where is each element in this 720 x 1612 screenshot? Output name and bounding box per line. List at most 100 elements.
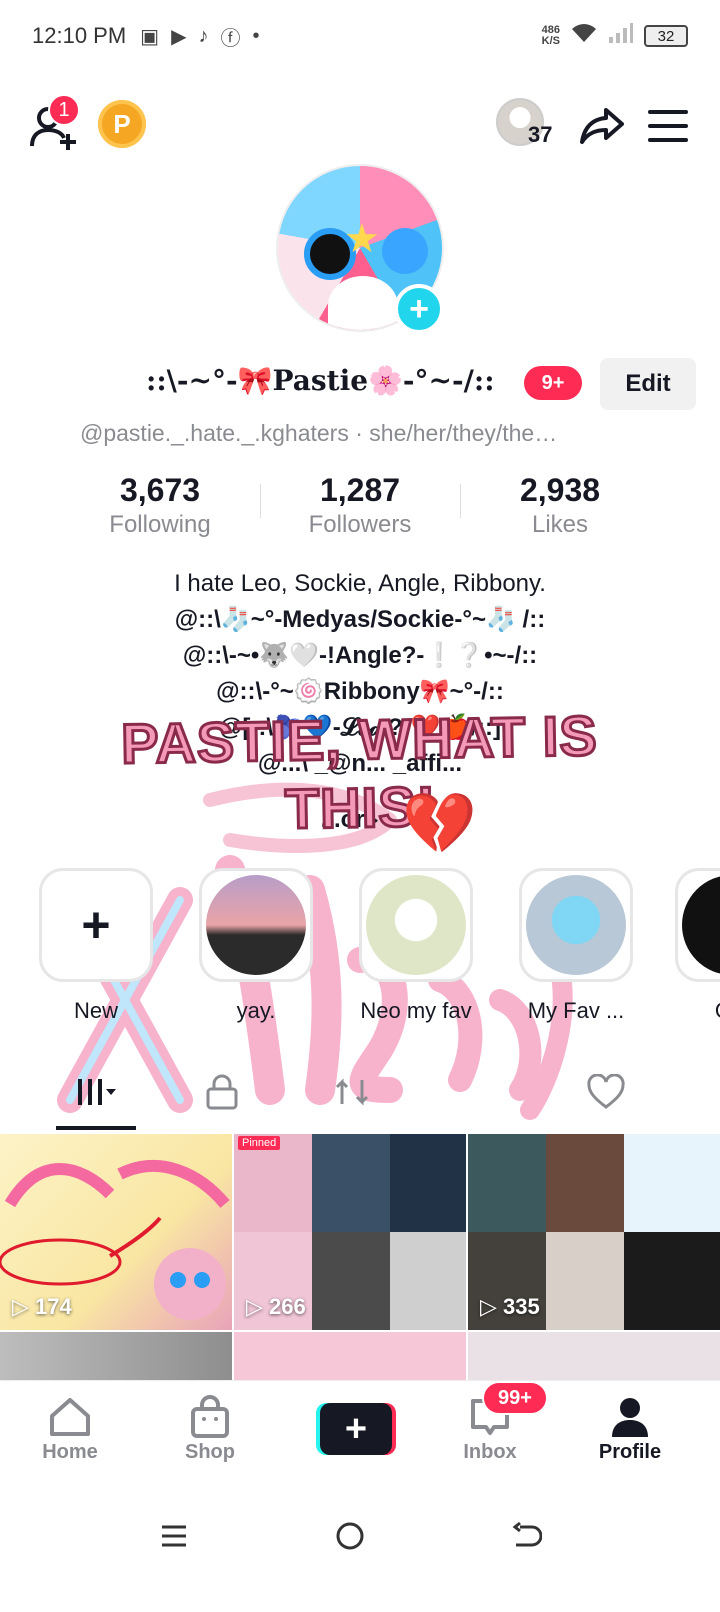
menu-button[interactable] [646,104,690,148]
story-ring [675,868,720,982]
repost-icon [335,1078,369,1106]
story-new[interactable]: + New [36,868,156,1024]
recent-apps-button[interactable] [134,1506,214,1566]
story-highlight[interactable]: Neo my fav [356,868,476,1024]
view-count-value: 174 [35,1294,72,1319]
story-highlights: + New yay. Neo my fav My Fav ... Old [0,862,720,1032]
story-label: My Fav ... [527,998,625,1023]
bio-line: @::\🧦~°-Medyas/Sockie-°~🧦 /:: [174,606,546,633]
stat-following[interactable]: 3,673 Following [60,472,260,542]
pinned-badge: Pinned [238,1136,281,1150]
plus-icon: + [81,897,111,953]
graffiti-text-line: PASTIE, WHAT IS [119,702,600,776]
view-count-value: 335 [503,1294,540,1319]
tab-videos[interactable] [56,1062,136,1122]
tiktok-icon: ♪ [198,24,209,47]
collage-cell [624,1232,720,1330]
display-name: ::\-~°-🎀Pastie🌸-°~-/:: [146,364,495,397]
tab-liked[interactable] [566,1062,646,1122]
shopping-bag-icon [150,1393,270,1441]
youtube-icon: ▶ [171,25,187,48]
facebook-icon: ⓕ [220,27,241,50]
collage-cell [312,1232,390,1330]
nav-profile[interactable]: Profile [570,1393,690,1464]
video-tile[interactable]: ▷ 174 [0,1134,232,1330]
profile-top-bar: 1 P 37 [0,90,720,160]
story-highlight[interactable]: yay. [196,868,316,1024]
story-thumbnail [366,875,466,975]
graffiti-text-line: THIS! [283,773,438,842]
home-system-button[interactable] [310,1506,390,1566]
heart-icon [587,1074,625,1109]
nav-home-label: Home [42,1441,98,1463]
view-count: ▷ 335 [480,1294,540,1319]
inbox-badge: 99+ [482,1381,548,1415]
nav-home[interactable]: Home [10,1393,130,1464]
video-tile[interactable]: Pinned ▷ 266 [234,1134,466,1330]
share-profile-button[interactable] [578,102,626,150]
status-app-icons: ▣ ▶ ♪ ⓕ • [140,22,259,51]
lock-icon [206,1074,238,1110]
home-icon [10,1393,130,1441]
content-tabs [0,1062,720,1132]
story-label: Neo my fav [360,998,472,1023]
broken-heart-icon: 💔 [402,790,477,857]
video-tile[interactable]: ▷ 335 [468,1134,720,1330]
story-thumbnail [206,875,306,975]
avatar-art-star: ★ [344,217,380,261]
edit-profile-button[interactable]: Edit [600,358,696,410]
net-speed-unit: K/S [541,35,560,47]
more-dot-icon: • [252,24,260,47]
messages-icon: ▣ [140,25,160,48]
create-video-button[interactable]: + [316,1403,396,1455]
graffiti-text: PASTIE, WHAT IS THIS! [99,701,621,846]
story-ring [359,868,473,982]
story-ring [519,868,633,982]
tab-reposts[interactable] [312,1062,392,1122]
bio-line: @::\-~•🐺🤍-!Angle?-❕❔•~-/:: [182,642,538,669]
collage-cell [390,1134,466,1232]
collage-cell [390,1232,466,1330]
collage-cell [546,1134,624,1232]
stat-likes[interactable]: 2,938 Likes [460,472,660,542]
username-pronouns[interactable]: @pastie._.hate._.kghaters · she/her/they… [80,420,650,447]
nav-shop[interactable]: Shop [150,1393,270,1464]
active-tab-indicator [56,1126,136,1130]
collage-cell [624,1134,720,1232]
add-story-button[interactable]: + [394,284,444,334]
stat-label: Likes [531,511,589,538]
menu-line [648,138,688,142]
collage-cell [546,1232,624,1330]
stat-label: Following [109,511,211,538]
view-count: ▷ 266 [246,1294,306,1319]
back-button[interactable] [486,1506,566,1566]
profile-stats: 3,673 Following 1,287 Followers 2,938 Li… [60,472,660,542]
collage-cell [312,1134,390,1232]
menu-line [648,110,688,114]
coins-button[interactable]: P [98,100,146,148]
nav-inbox-label: Inbox [463,1441,517,1463]
story-ring [199,868,313,982]
name-badge[interactable]: 9+ [524,366,582,400]
plus-icon: + [320,1403,392,1455]
bottom-navigation: Home Shop + Inbox 99+ Profile [0,1380,720,1480]
battery-indicator: 32 [644,25,688,47]
avatar-art-eye-right [382,228,428,274]
net-speed: 486 K/S [542,25,560,47]
nav-profile-label: Profile [598,1441,662,1463]
story-thumbnail [526,875,626,975]
story-ring: + [39,868,153,982]
story-highlight[interactable]: My Fav ... [516,868,636,1024]
tab-private[interactable] [182,1062,262,1122]
stat-label: Followers [308,511,412,538]
view-count-value: 266 [269,1294,306,1319]
stat-value: 3,673 [119,472,201,508]
person-icon [570,1393,690,1441]
story-highlight[interactable]: Old [672,868,720,1024]
story-label: New [73,998,118,1023]
status-time: 12:10 PM [32,23,127,48]
signal-icon [608,22,634,50]
stat-followers[interactable]: 1,287 Followers [260,472,460,542]
story-label: yay. [236,998,276,1023]
name-row: ::\-~°-🎀Pastie🌸-°~-/:: 9+ Edit [0,358,720,412]
